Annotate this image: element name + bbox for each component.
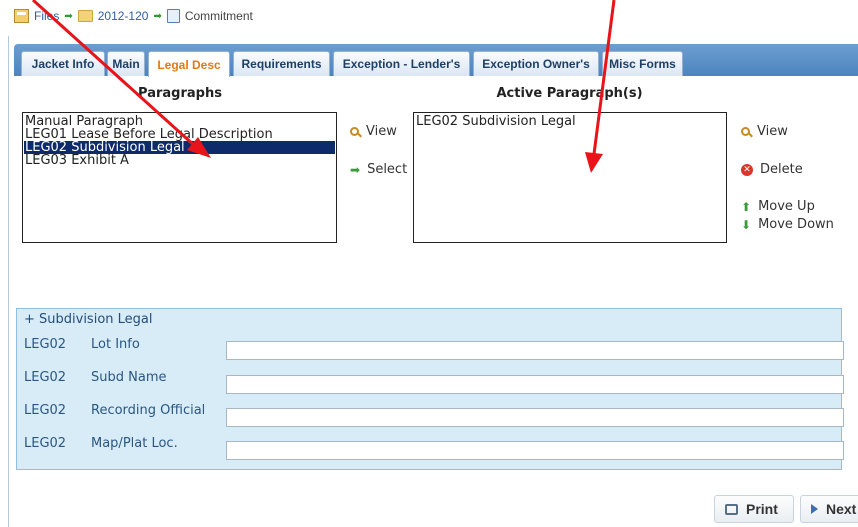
tab-exception-owners[interactable]: Exception Owner's (473, 51, 599, 76)
up-arrow-icon: ⬆ (741, 199, 752, 214)
delete-label: Delete (760, 162, 803, 177)
view-active-button[interactable]: View (741, 124, 788, 139)
breadcrumb-arrow-icon: ➡ (64, 10, 73, 22)
tab-requirements[interactable]: Requirements (233, 51, 330, 76)
row-code: LEG02 (24, 436, 67, 451)
select-paragraph-button[interactable]: ➡ Select (350, 162, 407, 177)
document-icon (166, 9, 180, 23)
view-paragraph-button[interactable]: View (350, 124, 397, 139)
breadcrumb-files[interactable]: Files (34, 9, 59, 23)
paragraphs-list[interactable]: Manual Paragraph LEG01 Lease Before Lega… (22, 112, 337, 243)
breadcrumb-current: Commitment (184, 9, 253, 23)
next-label: Next (826, 501, 857, 517)
subd-name-input[interactable] (226, 375, 844, 394)
breadcrumb-arrow-icon: ➡ (153, 10, 162, 22)
row-code: LEG02 (24, 337, 67, 352)
magnifier-icon (741, 127, 750, 136)
next-button[interactable]: Next (800, 495, 858, 523)
magnifier-icon (350, 127, 359, 136)
active-paragraphs-heading: Active Paragraph(s) (496, 86, 643, 101)
folder-icon (77, 10, 93, 22)
lot-info-input[interactable] (226, 341, 844, 360)
tab-legal-desc[interactable]: Legal Desc (148, 51, 230, 77)
list-item[interactable]: LEG02 Subdivision Legal (415, 115, 725, 128)
green-arrow-icon: ➡ (350, 162, 361, 177)
select-label: Select (367, 162, 408, 177)
subdivision-toggle[interactable]: + Subdivision Legal (24, 312, 153, 327)
tab-main[interactable]: Main (107, 51, 145, 76)
tab-misc-forms[interactable]: Misc Forms (602, 51, 683, 76)
tab-jacket-info[interactable]: Jacket Info (21, 51, 105, 76)
delete-button[interactable]: ✕ Delete (741, 162, 803, 177)
delete-icon: ✕ (741, 163, 753, 176)
view-label: View (757, 124, 788, 139)
subd-name-label: Subd Name (91, 370, 167, 385)
list-item[interactable]: LEG03 Exhibit A (24, 154, 335, 167)
row-code: LEG02 (24, 370, 67, 385)
print-button[interactable]: Print (714, 495, 794, 523)
recording-official-input[interactable] (226, 408, 844, 427)
files-icon (14, 9, 29, 23)
move-down-label: Move Down (758, 217, 834, 232)
view-label: View (366, 124, 397, 139)
breadcrumb-file-number[interactable]: 2012-120 (98, 9, 149, 23)
breadcrumb: Files ➡ 2012-120 ➡ Commitment (14, 8, 253, 24)
lot-info-label: Lot Info (91, 337, 140, 352)
move-up-label: Move Up (758, 199, 815, 214)
tab-exception-lenders[interactable]: Exception - Lender's (333, 51, 470, 76)
map-plat-loc-input[interactable] (226, 441, 844, 460)
down-arrow-icon: ⬇ (741, 217, 752, 232)
map-plat-loc-label: Map/Plat Loc. (91, 436, 178, 451)
active-paragraphs-list[interactable]: LEG02 Subdivision Legal (413, 112, 727, 243)
play-icon (811, 504, 818, 514)
move-up-button[interactable]: ⬆ Move Up (741, 199, 815, 214)
move-down-button[interactable]: ⬇ Move Down (741, 217, 834, 232)
row-code: LEG02 (24, 403, 67, 418)
recording-official-label: Recording Official (91, 403, 206, 418)
printer-icon (725, 503, 738, 515)
print-label: Print (746, 501, 778, 517)
paragraphs-heading: Paragraphs (138, 86, 222, 101)
